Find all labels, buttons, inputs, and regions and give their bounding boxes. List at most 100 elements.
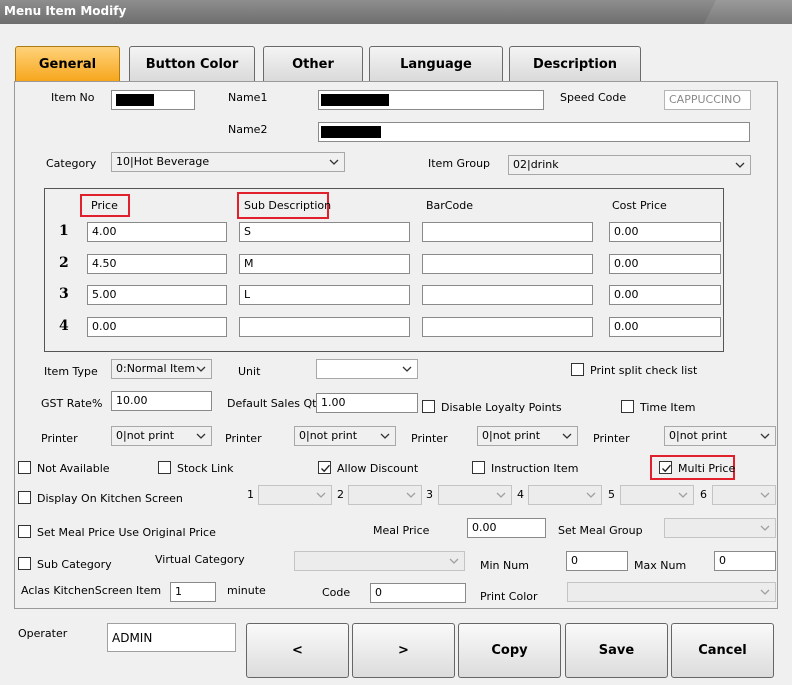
cost-price-field[interactable]: 0.00 [609, 254, 721, 274]
item-type-select[interactable]: 0:Normal Item [111, 359, 212, 379]
multi-price-checkbox[interactable] [659, 461, 672, 474]
unit-label: Unit [238, 365, 261, 378]
operator-field[interactable]: ADMIN [107, 623, 236, 652]
barcode-field[interactable] [422, 222, 593, 242]
cancel-button[interactable]: Cancel [671, 623, 774, 678]
copy-button[interactable]: Copy [458, 623, 561, 678]
code-field[interactable]: 0 [370, 583, 466, 603]
tab-other[interactable]: Other [263, 46, 363, 82]
chevron-down-icon [380, 433, 390, 439]
category-select[interactable]: 10|Hot Beverage [111, 152, 345, 172]
virtual-category-label: Virtual Category [155, 553, 245, 566]
kitchen-screen-select[interactable] [712, 485, 776, 505]
sub-description-header: Sub Description [244, 199, 332, 212]
chevron-down-icon [316, 492, 326, 498]
item-group-label: Item Group [428, 157, 491, 170]
item-no-field[interactable] [111, 90, 195, 110]
name2-field[interactable] [318, 122, 750, 142]
stock-link-checkbox[interactable] [158, 461, 171, 474]
not-available-checkbox[interactable] [18, 461, 31, 474]
price-field[interactable]: 5.00 [87, 285, 227, 305]
barcode-field[interactable] [422, 285, 593, 305]
operator-label: Operater [18, 627, 68, 640]
max-num-label: Max Num [634, 559, 687, 572]
virtual-category-select[interactable] [294, 551, 465, 571]
disable-loyalty-checkbox[interactable] [422, 400, 435, 413]
sub-description-field[interactable]: L [239, 285, 410, 305]
sub-category-label: Sub Category [37, 558, 112, 571]
sub-description-field[interactable]: S [239, 222, 410, 242]
kitchen-screen-select[interactable] [438, 485, 512, 505]
set-meal-group-select[interactable] [664, 518, 776, 538]
sub-description-field[interactable]: M [239, 254, 410, 274]
price-field[interactable]: 4.00 [87, 222, 227, 242]
chevron-down-icon [449, 558, 459, 564]
time-item-checkbox[interactable] [621, 400, 634, 413]
sub-category-checkbox[interactable] [18, 557, 31, 570]
barcode-field[interactable] [422, 254, 593, 274]
next-button[interactable]: > [352, 623, 455, 678]
save-button[interactable]: Save [565, 623, 668, 678]
instruction-item-checkbox[interactable] [472, 461, 485, 474]
kitchen-screen-number: 1 [247, 488, 254, 501]
kitchen-screen-number: 5 [608, 488, 615, 501]
name1-field[interactable] [318, 90, 544, 110]
price-field[interactable]: 4.50 [87, 254, 227, 274]
previous-button[interactable]: < [246, 623, 349, 678]
kitchen-screen-select[interactable] [348, 485, 422, 505]
redacted-text [321, 126, 381, 138]
printer-select[interactable]: 0|not print [294, 426, 396, 446]
tab-button-color[interactable]: Button Color [129, 46, 255, 82]
code-label: Code [322, 586, 351, 599]
speed-code-field[interactable]: CAPPUCCINO [664, 90, 751, 110]
kitchen-screen-select[interactable] [258, 485, 332, 505]
kitchen-screen-select[interactable] [620, 485, 694, 505]
cost-price-field[interactable]: 0.00 [609, 317, 721, 337]
max-num-field[interactable]: 0 [714, 551, 776, 571]
kitchen-screen-number: 3 [426, 488, 433, 501]
not-available-label: Not Available [37, 462, 110, 475]
chevron-down-icon [760, 492, 770, 498]
gst-rate-field[interactable]: 10.00 [111, 391, 212, 411]
cost-price-header: Cost Price [612, 199, 667, 212]
row-number: 3 [59, 286, 69, 302]
cost-price-field[interactable]: 0.00 [609, 222, 721, 242]
min-num-field[interactable]: 0 [566, 551, 628, 571]
cost-price-field[interactable]: 0.00 [609, 285, 721, 305]
printer-select[interactable]: 0|not print [111, 426, 212, 446]
kitchen-screen-select[interactable] [528, 485, 602, 505]
barcode-field[interactable] [422, 317, 593, 337]
display-kitchen-checkbox[interactable] [18, 491, 31, 504]
sub-description-field[interactable] [239, 317, 410, 337]
meal-price-field[interactable]: 0.00 [467, 518, 546, 538]
unit-select[interactable] [316, 359, 418, 379]
category-label: Category [46, 157, 97, 170]
speed-code-label: Speed Code [560, 91, 627, 104]
disable-loyalty-label: Disable Loyalty Points [441, 401, 562, 414]
checkmark-icon [321, 464, 331, 473]
default-sales-qty-label: Default Sales Qty [227, 397, 323, 410]
printer-select[interactable]: 0|not print [664, 426, 776, 446]
printer-select[interactable]: 0|not print [477, 426, 578, 446]
default-sales-qty-field[interactable]: 1.00 [316, 393, 418, 413]
time-item-label: Time Item [640, 401, 696, 414]
meal-price-label: Meal Price [373, 524, 430, 537]
chevron-down-icon [586, 492, 596, 498]
aclas-field[interactable]: 1 [170, 582, 216, 602]
tab-description[interactable]: Description [509, 46, 641, 82]
tab-general[interactable]: General [15, 46, 120, 82]
set-meal-original-price-checkbox[interactable] [18, 525, 31, 538]
chevron-down-icon [760, 525, 770, 531]
minute-label: minute [227, 584, 266, 597]
printer-label: Printer [593, 432, 630, 445]
chevron-down-icon [329, 159, 339, 165]
print-split-checkbox[interactable] [571, 363, 584, 376]
set-meal-original-price-label: Set Meal Price Use Original Price [37, 526, 216, 539]
name2-label: Name2 [228, 123, 268, 136]
item-group-select[interactable]: 02|drink [508, 155, 751, 175]
print-color-select[interactable] [567, 582, 776, 602]
price-field[interactable]: 0.00 [87, 317, 227, 337]
tab-language[interactable]: Language [369, 46, 503, 82]
allow-discount-checkbox[interactable] [318, 461, 331, 474]
window-titlebar: Menu Item Modify [0, 0, 792, 24]
